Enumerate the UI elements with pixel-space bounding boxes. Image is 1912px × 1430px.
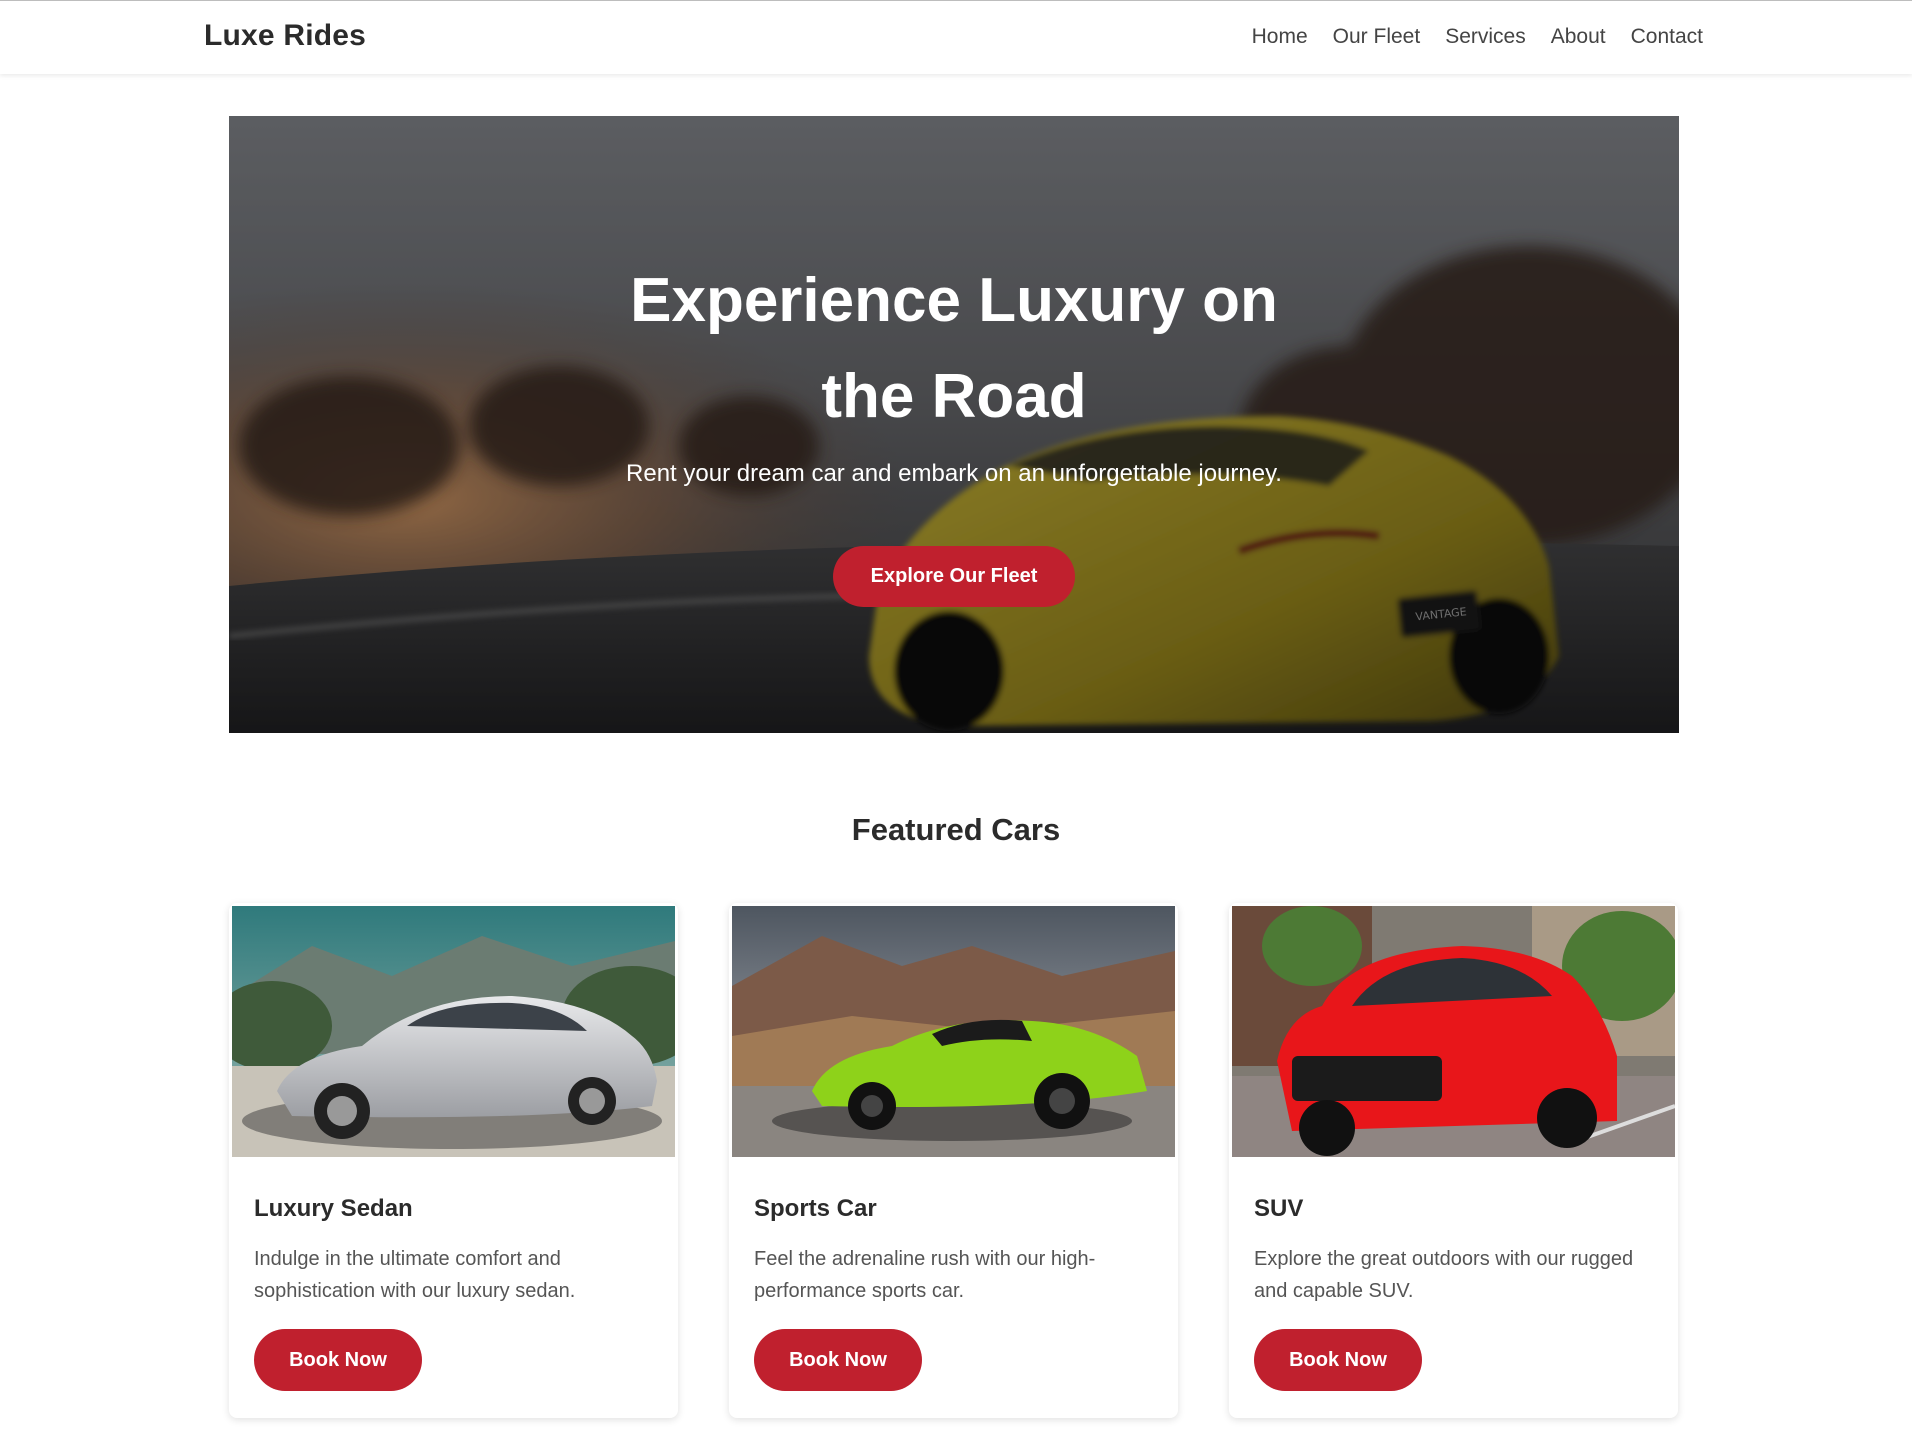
nav-home-link[interactable]: Home [1252,25,1308,49]
card-title: Sports Car [754,1195,877,1222]
card-description: Explore the great outdoors with our rugg… [1254,1248,1634,1302]
nav-our-fleet-link[interactable]: Our Fleet [1333,25,1421,49]
card-title: Luxury Sedan [254,1195,413,1222]
nav-about-link[interactable]: About [1551,25,1606,49]
suv-image [1232,906,1675,1157]
book-now-suv-button[interactable]: Book Now [1254,1329,1422,1391]
car-card-luxury-sedan: Luxury Sedan Indulge in the ultimate com… [229,903,678,1418]
hero-banner: VANTAGE Experience Luxury on the Road Re… [229,116,1679,733]
main-nav: Home Our Fleet Services About Contact [1252,25,1703,49]
car-card-sports-car: Sports Car Feel the adrenaline rush with… [729,903,1178,1418]
book-now-sedan-button[interactable]: Book Now [254,1329,422,1391]
car-card-suv: SUV Explore the great outdoors with our … [1229,903,1678,1418]
top-navbar: Luxe Rides Home Our Fleet Services About… [0,0,1912,74]
sports-car-image [732,906,1175,1157]
featured-cars-title: Featured Cars [851,812,1061,847]
brand-logo-text[interactable]: Luxe Rides [204,19,366,53]
hero-title: Experience Luxury on the Road [630,266,1278,431]
explore-fleet-button[interactable]: Explore Our Fleet [833,546,1075,607]
card-title: SUV [1254,1195,1304,1222]
hero-subtitle: Rent your dream car and embark on an unf… [626,460,1282,487]
card-description: Feel the adrenaline rush with our high-p… [754,1248,1096,1302]
nav-services-link[interactable]: Services [1445,25,1526,49]
luxury-sedan-image [232,906,675,1157]
book-now-sports-button[interactable]: Book Now [754,1329,922,1391]
card-description: Indulge in the ultimate comfort and soph… [254,1248,576,1302]
nav-contact-link[interactable]: Contact [1631,25,1703,49]
